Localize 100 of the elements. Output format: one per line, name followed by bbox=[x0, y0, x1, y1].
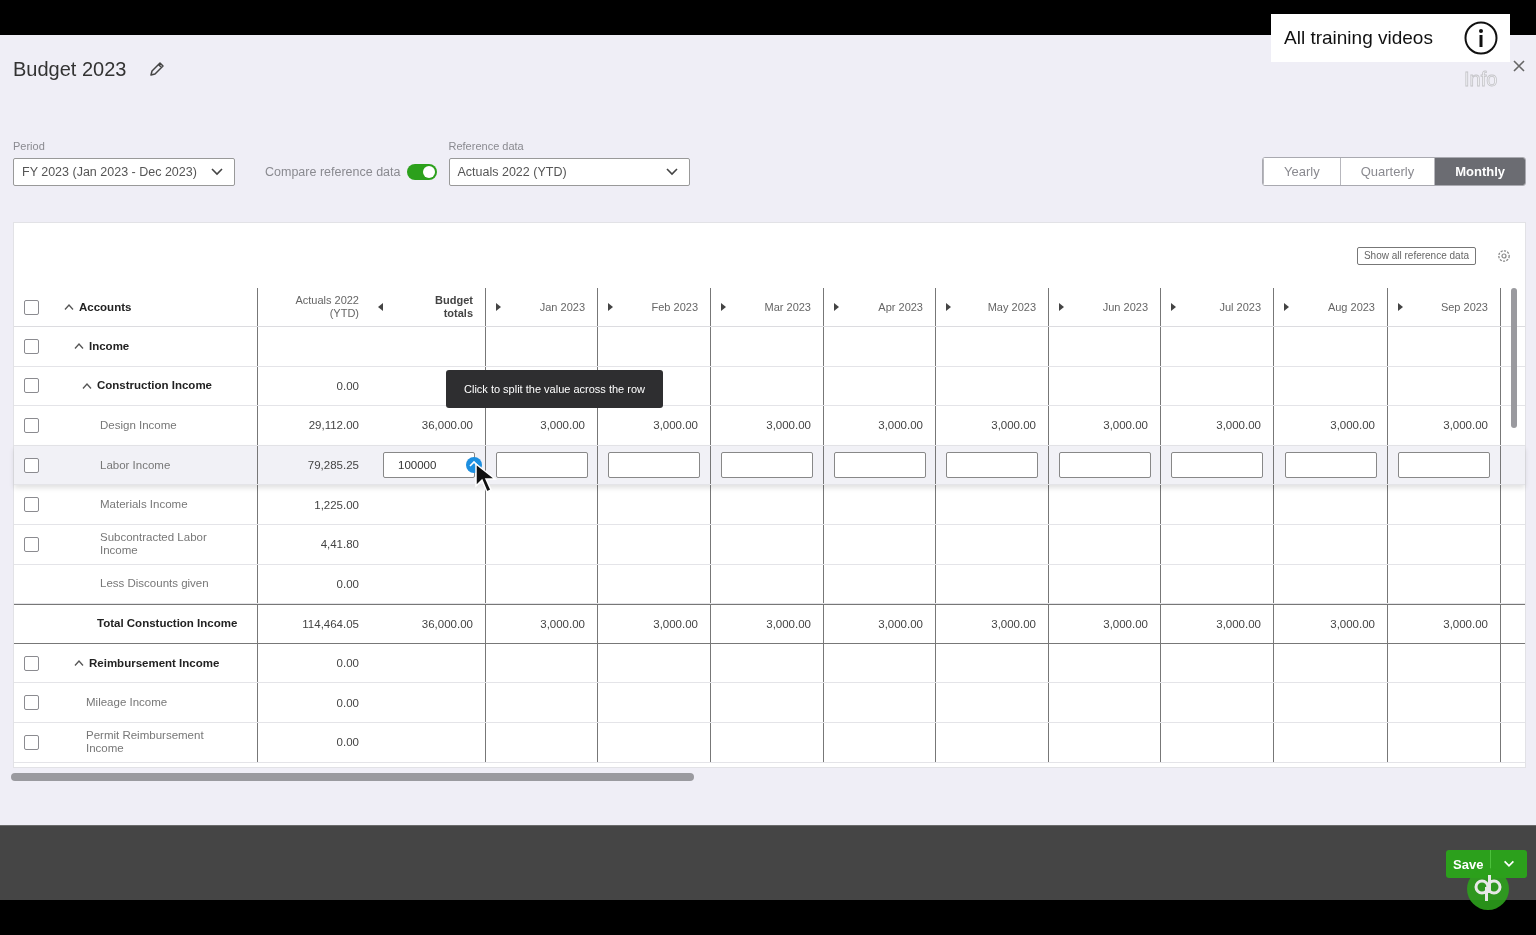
field-label: Reference data bbox=[448, 140, 525, 152]
amount-input[interactable] bbox=[1058, 452, 1151, 479]
amount-text: 3,000.00 bbox=[1330, 617, 1375, 630]
view-tab[interactable]: Monthly bbox=[1434, 158, 1525, 185]
right-triangle-icon[interactable] bbox=[721, 303, 726, 311]
amount-input[interactable] bbox=[608, 452, 700, 479]
column-header: Jan 2023 bbox=[539, 300, 585, 314]
account-name: Subcontracted Labor Income bbox=[100, 531, 208, 558]
collapse-caret-icon[interactable] bbox=[74, 659, 84, 668]
horizontal-scrollbar[interactable] bbox=[11, 773, 694, 781]
selected-row[interactable]: Labor Income 79,285.25 100000 bbox=[14, 445, 1525, 486]
column-header: Aug 2023 bbox=[1327, 300, 1375, 314]
column-header: Mar 2023 bbox=[764, 300, 811, 314]
right-triangle-icon[interactable] bbox=[1059, 303, 1064, 311]
collapse-caret-icon[interactable] bbox=[64, 303, 74, 311]
row-checkbox[interactable] bbox=[24, 418, 39, 433]
info-icon bbox=[1464, 21, 1498, 55]
amount-text: 3,000.00 bbox=[1103, 419, 1148, 432]
banner-text: All training videos bbox=[1284, 27, 1433, 49]
right-triangle-icon[interactable] bbox=[834, 303, 839, 311]
amount-text: 3,000.00 bbox=[991, 419, 1036, 432]
row-checkbox[interactable] bbox=[24, 695, 39, 711]
column-header: Accounts bbox=[79, 300, 132, 314]
right-triangle-icon[interactable] bbox=[496, 303, 501, 311]
right-triangle-icon[interactable] bbox=[608, 303, 613, 311]
amount-text: 3,000.00 bbox=[1443, 419, 1488, 432]
amount-text: 0.00 bbox=[336, 379, 359, 392]
row-checkbox[interactable] bbox=[24, 457, 39, 473]
period-dropdown[interactable]: FY 2023 (Jan 2023 - Dec 2023) bbox=[13, 158, 235, 186]
amount-input[interactable]: 100000 bbox=[383, 452, 475, 479]
amount-input[interactable] bbox=[1398, 452, 1490, 479]
amount-text: 4,41.80 bbox=[320, 538, 359, 551]
account-name: Materials Income bbox=[100, 498, 188, 512]
column-header: Apr 2023 bbox=[878, 300, 923, 314]
field-label: Period bbox=[13, 140, 46, 152]
select-all-checkbox[interactable] bbox=[24, 299, 39, 315]
amount-text: 0.00 bbox=[336, 577, 359, 590]
row-checkbox[interactable] bbox=[24, 734, 39, 750]
column-header: Jun 2023 bbox=[1102, 300, 1148, 314]
amount-text: 3,000.00 bbox=[766, 617, 811, 630]
amount-text: 3,000.00 bbox=[1330, 419, 1375, 432]
amount-text: 0.00 bbox=[336, 696, 359, 709]
account-name: Reimbursement Income bbox=[89, 656, 220, 670]
column-header: Actuals 2022 (YTD) bbox=[294, 294, 359, 320]
amount-input[interactable] bbox=[721, 452, 813, 479]
account-name: Permit Reimbursement Income bbox=[86, 729, 205, 756]
collapse-caret-icon[interactable] bbox=[82, 381, 92, 390]
reference-dropdown[interactable]: Actuals 2022 (YTD) bbox=[448, 158, 690, 186]
amount-text: 3,000.00 bbox=[1103, 617, 1148, 630]
amount-text: 3,000.00 bbox=[1216, 419, 1261, 432]
pencil-icon[interactable] bbox=[148, 60, 167, 78]
account-name: Income bbox=[89, 339, 130, 353]
row-checkbox[interactable] bbox=[24, 338, 39, 354]
row-checkbox[interactable] bbox=[24, 536, 39, 552]
row-checkbox[interactable] bbox=[24, 655, 39, 671]
amount-text: 3,000.00 bbox=[1443, 617, 1488, 630]
show-reference-button[interactable]: Show all reference data bbox=[1356, 246, 1476, 265]
account-name: Total Constuction Income bbox=[97, 617, 238, 631]
amount-input[interactable] bbox=[1284, 452, 1377, 479]
right-triangle-icon[interactable] bbox=[1171, 303, 1176, 311]
toggle-switch[interactable] bbox=[406, 164, 437, 180]
save-options-button[interactable] bbox=[1491, 850, 1528, 878]
settings-icon[interactable] bbox=[1497, 248, 1511, 263]
amount-text: 3,000.00 bbox=[991, 617, 1036, 630]
amount-text: 36,000.00 bbox=[421, 617, 473, 630]
right-triangle-icon[interactable] bbox=[946, 303, 951, 311]
account-name: Design Income bbox=[100, 419, 177, 432]
amount-text: 3,000.00 bbox=[653, 419, 698, 432]
tooltip: Click to split the value across the row bbox=[446, 370, 663, 408]
row-checkbox[interactable] bbox=[24, 378, 39, 394]
amount-text: 114,464.05 bbox=[302, 617, 359, 630]
right-triangle-icon[interactable] bbox=[1398, 303, 1403, 311]
amount-input[interactable] bbox=[833, 452, 926, 479]
training-banner[interactable]: All training videos bbox=[1271, 14, 1510, 62]
column-header: Budget totals bbox=[434, 294, 473, 320]
amount-text: 0.00 bbox=[336, 657, 359, 670]
right-triangle-icon[interactable] bbox=[1284, 303, 1289, 311]
amount-input[interactable] bbox=[1171, 452, 1263, 479]
amount-text: 3,000.00 bbox=[1216, 617, 1261, 630]
amount-text: 29,112.00 bbox=[308, 419, 359, 432]
amount-text: 0.00 bbox=[336, 736, 359, 749]
amount-input[interactable] bbox=[495, 452, 588, 479]
column-header: Sep 2023 bbox=[1440, 300, 1488, 314]
amount-text: 1,225.00 bbox=[314, 498, 359, 511]
amount-input[interactable] bbox=[946, 452, 1038, 479]
row-checkbox[interactable] bbox=[24, 497, 39, 513]
vertical-scrollbar[interactable] bbox=[1511, 288, 1517, 428]
account-name: Labor Income bbox=[100, 458, 171, 472]
amount-text: 3,000.00 bbox=[653, 617, 698, 630]
account-name: Less Discounts given bbox=[100, 577, 209, 591]
column-header: May 2023 bbox=[987, 300, 1036, 314]
close-icon[interactable] bbox=[1512, 59, 1526, 73]
toggle-label: Compare reference data bbox=[265, 165, 401, 179]
account-name: Construction Income bbox=[97, 379, 212, 393]
collapse-caret-icon[interactable] bbox=[74, 342, 84, 351]
amount-text: 36,000.00 bbox=[421, 419, 473, 432]
left-triangle-icon[interactable] bbox=[378, 303, 383, 311]
column-header: Feb 2023 bbox=[651, 300, 698, 314]
amount-text: 3,000.00 bbox=[540, 419, 585, 432]
column-header: Jul 2023 bbox=[1219, 300, 1261, 314]
